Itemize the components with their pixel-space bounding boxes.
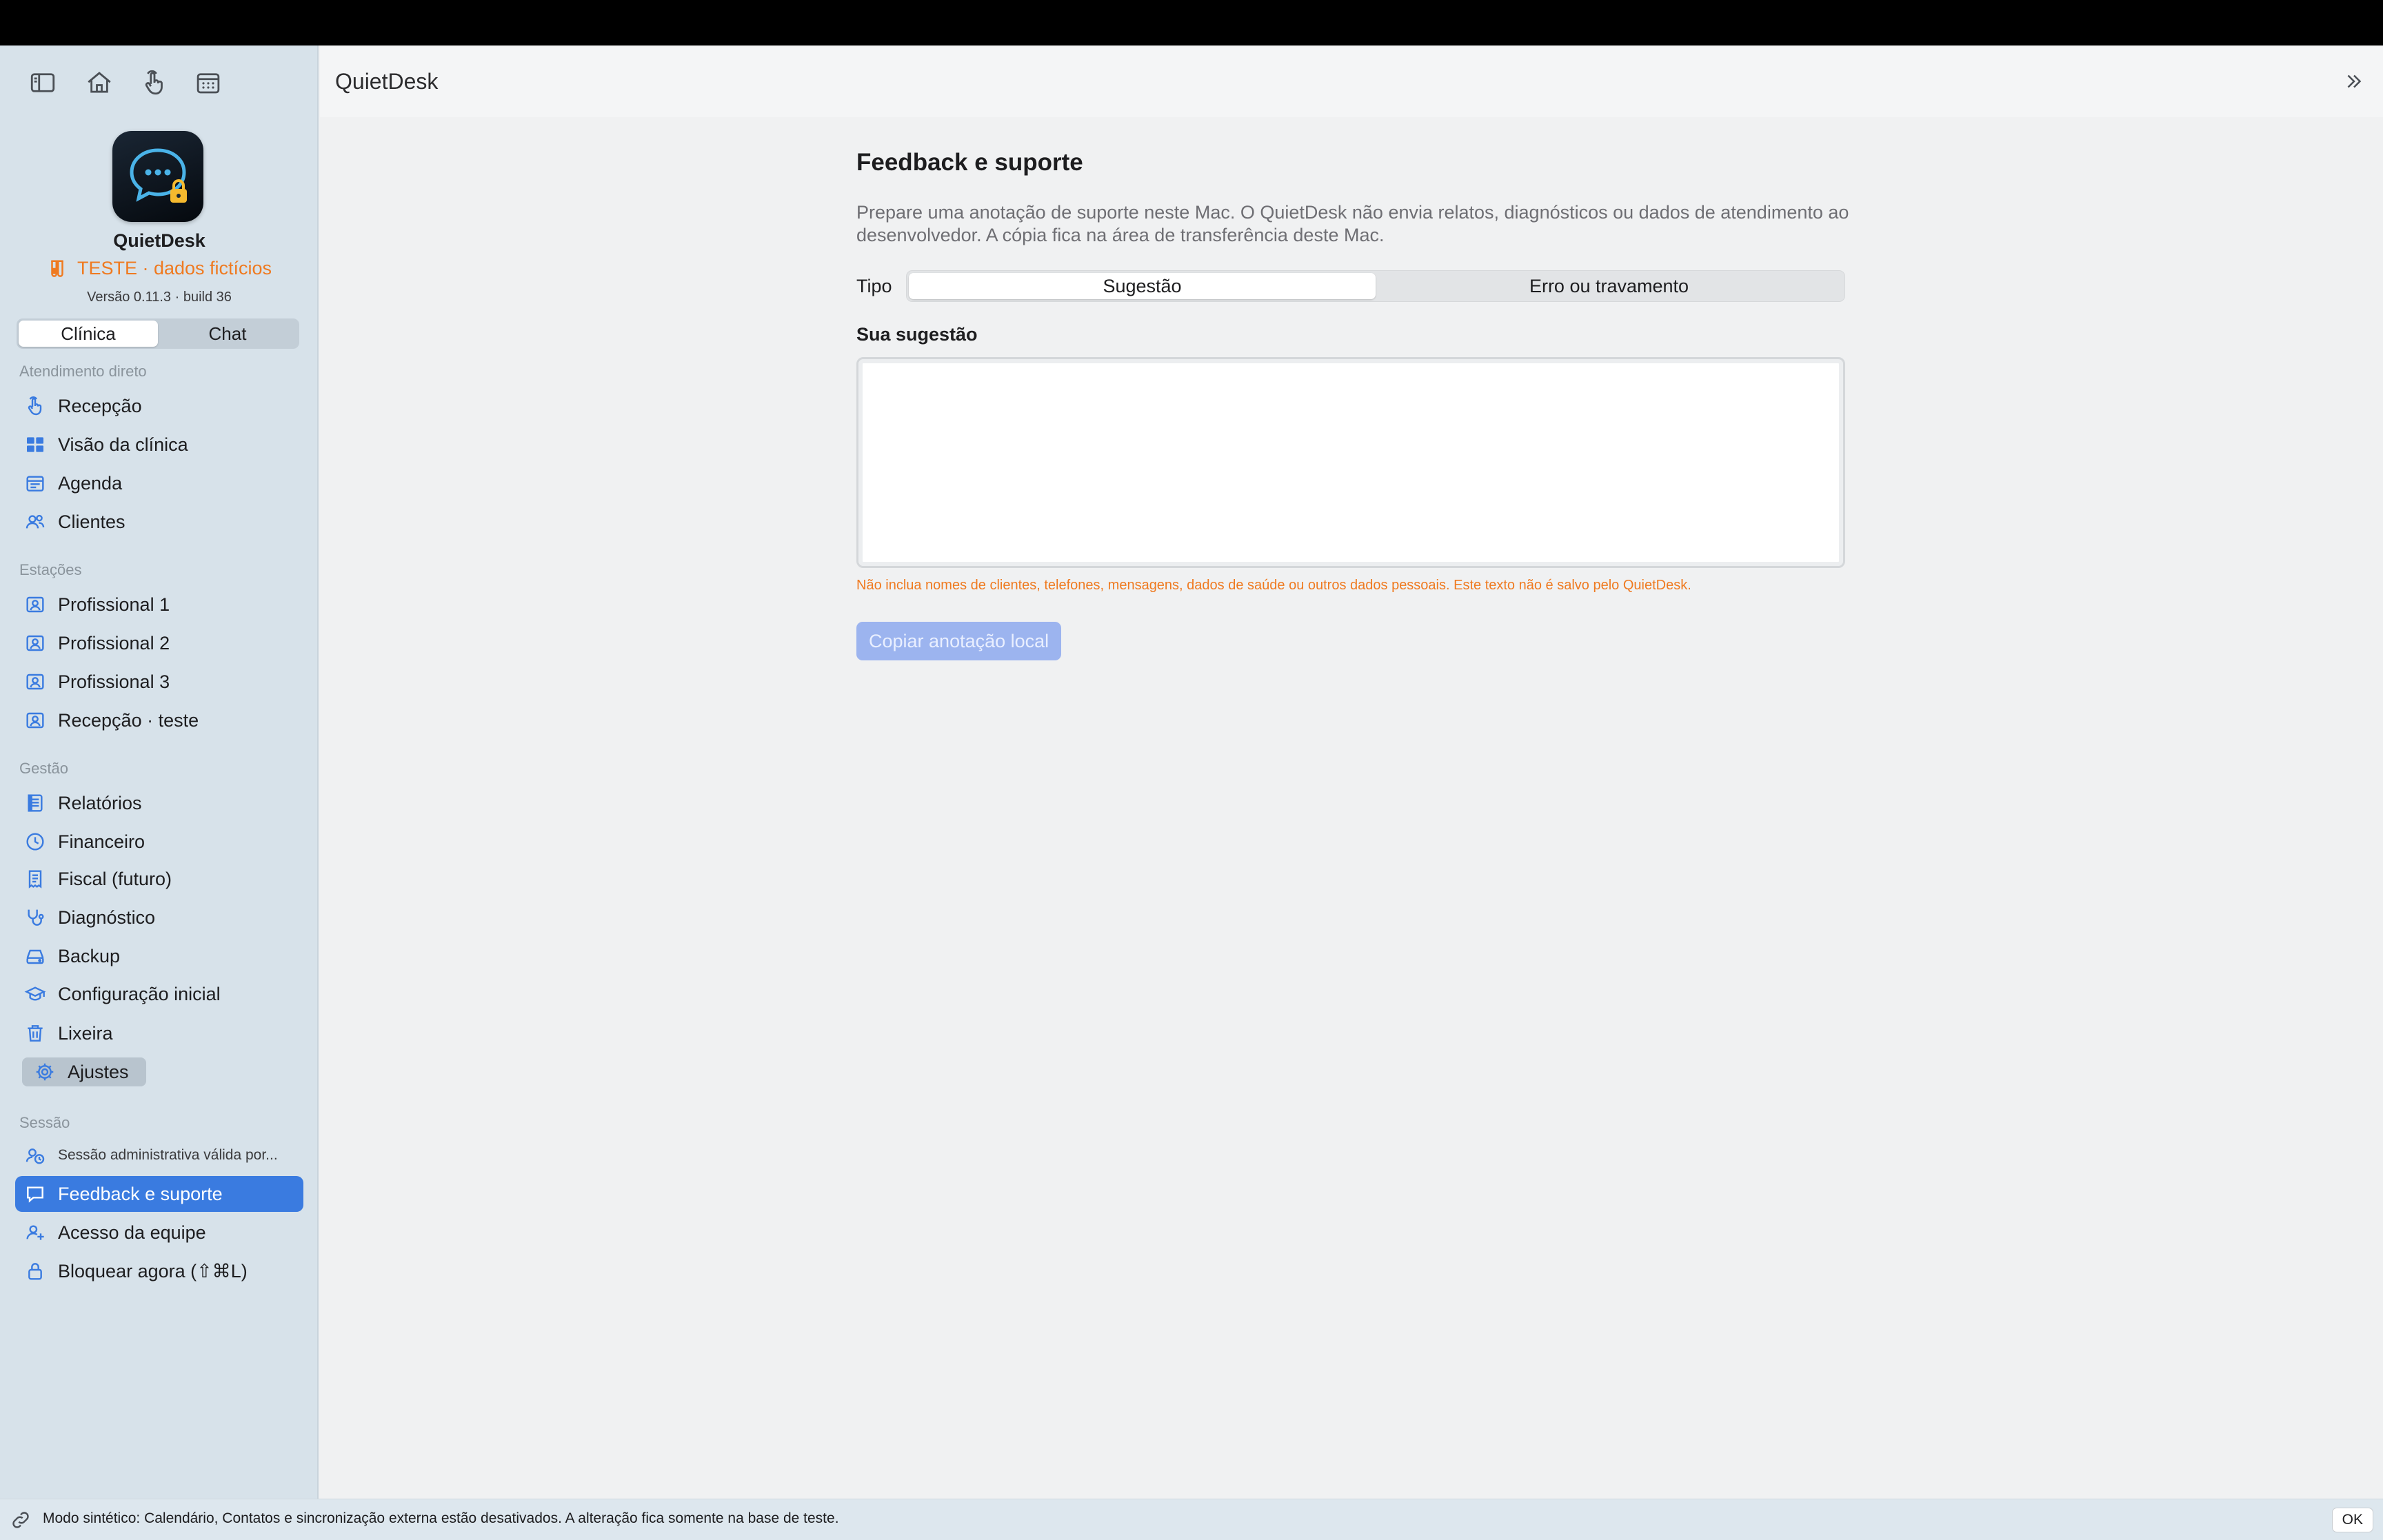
person-card-icon [23,631,47,655]
test-badge-label: TESTE · dados fictícios [77,258,272,278]
sidebar-item-financeiro[interactable]: Financeiro [15,824,303,860]
admin-clock-icon [23,1144,47,1167]
sidebar-item-sessao-administrativa[interactable]: Sessão administrativa válida por... [15,1137,303,1173]
sidebar-item-label: Ajustes [68,1061,129,1082]
receipt-icon [23,867,47,891]
person-plus-icon [23,1221,47,1244]
calendar-icon [23,472,47,495]
sidebar-item-bloquear-agora[interactable]: Bloquear agora (⇧⌘L) [15,1253,303,1289]
sidebar-item-profissional-3[interactable]: Profissional 3 [15,664,303,700]
tap-hand-icon [23,394,47,418]
sidebar-item-label: Clientes [58,511,125,532]
sidebar-item-label: Bloquear agora (⇧⌘L) [58,1260,248,1281]
sidebar-item-label: Recepção [58,395,142,416]
test-tubes-icon [51,260,63,277]
sidebar-item-label: Diagnóstico [58,906,156,928]
stethoscope-icon [23,906,47,929]
sidebar-item-label: Configuração inicial [58,983,221,1004]
sidebar-item-label: Visão da clínica [58,434,188,455]
sidebar-item-agenda[interactable]: Agenda [15,465,303,501]
sidebar-item-diagnostico[interactable]: Diagnóstico [15,900,303,935]
menu-bar-strip [0,0,2383,45]
app-window: QuietDesk TESTE · dados fictícios Versão… [0,0,2383,1540]
app-name: QuietDesk [113,230,205,251]
type-option-erro-travamento[interactable]: Erro ou travamento [1376,273,1842,299]
sidebar-item-relatorios[interactable]: Relatórios [15,785,303,821]
page-title: Feedback e suporte [856,149,1083,176]
sidebar: QuietDesk TESTE · dados fictícios Versão… [0,45,319,1499]
sidebar-item-label: Financeiro [58,831,145,852]
lock-icon [23,1259,47,1283]
sidebar-item-label: Profissional 1 [58,594,170,615]
sidebar-item-label: Sessão administrativa válida por... [58,1147,278,1163]
main-header: QuietDesk [320,45,2383,117]
sidebar-item-feedback-suporte[interactable]: Feedback e suporte [15,1176,303,1212]
expand-inspector-button[interactable] [2339,66,2369,97]
test-mode-badge: TESTE · dados fictícios [0,258,319,279]
mode-clinica[interactable]: Clínica [19,321,158,347]
copy-local-note-button[interactable]: Copiar anotação local [856,622,1062,660]
suggestion-field-label: Sua sugestão [856,324,978,345]
type-selector-row: Tipo Sugestão Erro ou travamento [856,270,1845,302]
trash-icon [23,1022,47,1045]
chat-bubble-icon [23,1182,47,1206]
section-sessao: Sessão [19,1114,70,1131]
sidebar-item-label: Agenda [58,472,123,494]
sidebar-item-ajustes[interactable]: Ajustes [22,1057,146,1086]
banner-message: Modo sintético: Calendário, Contatos e s… [43,1510,839,1526]
chevrons-right-icon [2347,74,2362,88]
tap-hand-icon[interactable] [138,66,171,99]
mode-chat[interactable]: Chat [158,321,297,347]
link-icon [12,1512,29,1528]
calendar-grid-icon[interactable] [192,66,225,99]
sidebar-item-label: Relatórios [58,792,142,813]
sidebar-item-label: Fiscal (futuro) [58,868,172,889]
section-gestao: Gestão [19,760,68,777]
sidebar-item-lixeira[interactable]: Lixeira [15,1015,303,1051]
document-icon [23,791,47,815]
type-label: Tipo [856,275,892,296]
gear-icon [33,1060,57,1084]
sidebar-item-recepcao[interactable]: Recepção [15,388,303,424]
drive-icon [23,944,47,968]
type-option-sugestao[interactable]: Sugestão [909,273,1376,299]
section-estacoes: Estações [19,561,82,578]
sidebar-item-profissional-1[interactable]: Profissional 1 [15,587,303,622]
banner-ok-button[interactable]: OK [2331,1508,2373,1532]
section-atendimento-direto: Atendimento direto [19,363,147,380]
sidebar-toggle-icon[interactable] [26,66,59,99]
grid-icon [23,433,47,456]
mode-switch[interactable]: Clínica Chat [17,318,299,349]
people-icon [23,510,47,534]
version-label: Versão 0.11.3 · build 36 [87,290,232,305]
sidebar-item-label: Acesso da equipe [58,1222,206,1243]
synthetic-mode-banner: Modo sintético: Calendário, Contatos e s… [0,1499,2383,1540]
app-logo [112,131,203,222]
graduation-cap-icon [23,982,47,1006]
sidebar-item-clientes[interactable]: Clientes [15,504,303,540]
person-card-icon [23,709,47,732]
sidebar-item-label: Backup [58,945,121,966]
privacy-warning: Não inclua nomes de clientes, telefones,… [856,578,1691,593]
person-card-icon [23,593,47,616]
sidebar-item-label: Feedback e suporte [58,1183,223,1204]
window-title: QuietDesk [335,69,439,94]
sidebar-item-label: Profissional 2 [58,632,170,654]
sidebar-item-label: Profissional 3 [58,671,170,692]
sidebar-item-fiscal[interactable]: Fiscal (futuro) [15,861,303,897]
person-card-icon [23,670,47,693]
home-icon[interactable] [83,66,116,99]
sidebar-item-profissional-2[interactable]: Profissional 2 [15,625,303,661]
clock-icon [23,830,47,853]
sidebar-item-configuracao-inicial[interactable]: Configuração inicial [15,976,303,1012]
type-segmented-control[interactable]: Sugestão Erro ou travamento [906,270,1845,302]
sidebar-item-label: Lixeira [58,1022,113,1044]
sidebar-item-acesso-equipe[interactable]: Acesso da equipe [15,1215,303,1250]
sidebar-item-label: Recepção · teste [58,709,199,731]
page-description: Prepare uma anotação de suporte neste Ma… [856,202,1849,245]
sidebar-item-recepcao-teste[interactable]: Recepção · teste [15,702,303,738]
sidebar-item-visao-clinica[interactable]: Visão da clínica [15,427,303,463]
suggestion-input[interactable] [856,357,1845,568]
sidebar-item-backup[interactable]: Backup [15,938,303,974]
